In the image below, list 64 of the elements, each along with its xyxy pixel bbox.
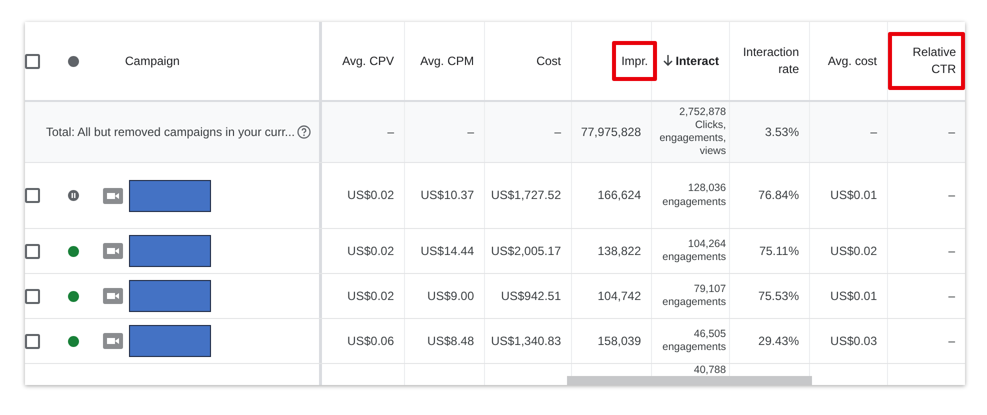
- video-camera-icon: [103, 188, 123, 204]
- table-cell: 104,264 engagements: [662, 238, 726, 264]
- table-cell: US$0.02: [347, 188, 394, 203]
- table-cell: 77,975,828: [580, 124, 641, 140]
- video-camera-icon: [103, 288, 123, 304]
- checkbox[interactable]: [25, 288, 40, 304]
- column-header[interactable]: Avg. CPV: [342, 52, 394, 70]
- table-cell: –: [948, 124, 955, 140]
- video-camera-icon: [103, 243, 123, 259]
- table-cell: 75.11%: [759, 244, 799, 258]
- table-cell: 2,752,878 Clicks, engagements, views: [659, 106, 726, 158]
- table-cell: US$942.51: [500, 288, 561, 304]
- table-cell: –: [948, 188, 955, 203]
- checkbox[interactable]: [25, 334, 40, 348]
- table-cell: US$0.01: [830, 188, 877, 203]
- table-cell: 3.53%: [764, 124, 799, 140]
- column-header[interactable]: Campaign: [125, 52, 180, 70]
- table-cell: US$2,005.17: [490, 244, 561, 258]
- table-cell: 76.84%: [758, 188, 799, 203]
- column-header[interactable]: Avg. CPM: [420, 52, 474, 70]
- video-camera-icon: [103, 333, 123, 349]
- table-cell: US$14.44: [420, 244, 474, 258]
- table-cell: US$0.02: [347, 288, 394, 304]
- table-cell: –: [467, 124, 474, 140]
- total-label: Total: All but removed campaigns in your curr...: [46, 124, 295, 140]
- table-cell: US$0.02: [830, 244, 877, 258]
- table-cell: 138,822: [598, 244, 641, 258]
- table-cell: US$0.03: [830, 334, 877, 348]
- table-cell: –: [554, 124, 561, 140]
- table-cell: US$8.48: [427, 334, 474, 348]
- checkbox[interactable]: [25, 188, 40, 203]
- table-cell: 158,039: [598, 334, 641, 348]
- table-cell: US$0.01: [830, 288, 877, 304]
- column-header[interactable]: Cost: [536, 52, 561, 70]
- table-cell: US$1,340.83: [490, 334, 561, 348]
- table-cell: –: [948, 244, 955, 258]
- scrollbar-thumb[interactable]: [567, 376, 812, 385]
- checkbox[interactable]: [25, 244, 40, 258]
- column-header[interactable]: Relative CTR: [888, 32, 965, 90]
- table-cell: –: [948, 288, 955, 304]
- column-header[interactable]: Interact: [662, 52, 719, 70]
- column-header[interactable]: Impr.: [612, 40, 657, 82]
- column-header[interactable]: Avg. cost: [828, 52, 877, 70]
- table-cell: US$0.02: [347, 244, 394, 258]
- table-cell: 79,107 engagements: [662, 282, 726, 310]
- table-cell: –: [387, 124, 394, 140]
- table-cell: 40,788: [694, 364, 726, 378]
- sort-arrow-icon: [662, 55, 673, 66]
- table-cell: 128,036 engagements: [662, 182, 726, 209]
- table-cell: US$0.06: [347, 334, 394, 348]
- table-cell: 29.43%: [758, 334, 799, 348]
- table-cell: 46,505 engagements: [662, 328, 726, 354]
- table-cell: US$1,727.52: [490, 188, 561, 203]
- table-cell: US$9.00: [427, 288, 474, 304]
- checkbox[interactable]: [25, 54, 40, 68]
- table-cell: 104,742: [598, 288, 641, 304]
- table-cell: –: [948, 334, 955, 348]
- status-filter-icon[interactable]: [68, 56, 79, 66]
- table-cell: 75.53%: [758, 288, 799, 304]
- table-cell: –: [870, 124, 877, 140]
- table-cell: 166,624: [598, 188, 641, 203]
- help-icon[interactable]: [297, 125, 311, 139]
- column-header[interactable]: Interaction rate: [737, 44, 799, 78]
- table-cell: US$10.37: [420, 188, 474, 203]
